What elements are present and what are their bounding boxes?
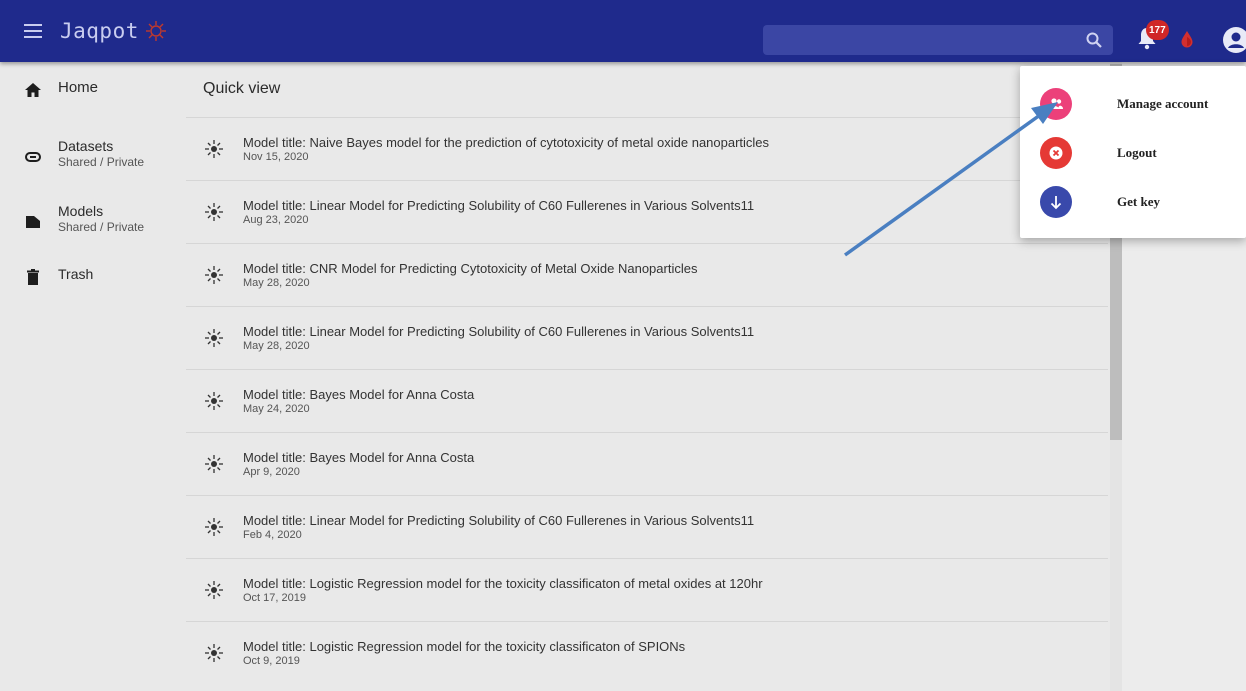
model-date: May 28, 2020 <box>243 339 310 352</box>
sidebar-item-label: Trash <box>58 266 94 282</box>
people-icon <box>1040 88 1072 120</box>
model-row[interactable]: Model title: Linear Model for Predicting… <box>186 306 1108 369</box>
model-icon <box>205 455 223 473</box>
arrow-down-icon <box>1040 186 1072 218</box>
model-icon <box>205 329 223 347</box>
paperclip-icon <box>25 152 41 162</box>
logo-icon <box>145 21 166 41</box>
model-row[interactable]: Model title: Bayes Model for Anna Costa M… <box>186 369 1108 432</box>
logout-item[interactable]: Logout <box>1040 137 1157 169</box>
drop-icon[interactable] <box>1180 30 1194 48</box>
account-menu: Manage account Logout Get key <box>1020 66 1246 238</box>
model-date: May 24, 2020 <box>243 402 310 415</box>
model-title: Model title: Linear Model for Predicting… <box>243 512 755 528</box>
manage-account-item[interactable]: Manage account <box>1040 88 1208 120</box>
sidebar-item-models[interactable]: Models Shared / Private <box>0 203 144 234</box>
model-row[interactable]: Model title: Bayes Model for Anna Costa A… <box>186 432 1108 495</box>
model-date: May 28, 2020 <box>243 276 310 289</box>
model-date: Nov 15, 2020 <box>243 150 309 163</box>
model-row[interactable]: Model title: CNR Model for Predicting Cy… <box>186 243 1108 306</box>
sidebar-item-sublabel: Shared / Private <box>58 155 145 169</box>
model-row[interactable]: Model title: Logistic Regression model f… <box>186 558 1108 621</box>
close-circle-icon <box>1040 137 1072 169</box>
model-date: Feb 4, 2020 <box>243 528 302 541</box>
model-title: Model title: Linear Model for Predicting… <box>243 323 755 339</box>
model-title: Model title: CNR Model for Predicting Cy… <box>243 260 698 276</box>
model-icon <box>205 140 223 158</box>
hamburger-icon[interactable] <box>24 24 42 38</box>
model-icon <box>205 581 223 599</box>
top-app-bar: Jaqpot 177 <box>0 0 1246 62</box>
model-icon <box>205 266 223 284</box>
search-input[interactable] <box>763 25 1113 55</box>
page-title: Quick view <box>203 80 281 97</box>
sidebar-item-label: Datasets <box>58 138 114 154</box>
brand-title[interactable]: Jaqpot <box>60 19 139 43</box>
sidebar: Home Datasets Shared / Private Models Sh… <box>0 62 186 691</box>
account-icon[interactable] <box>1222 26 1246 54</box>
model-row[interactable]: Model title: Linear Model for Predicting… <box>186 495 1108 558</box>
notification-badge[interactable]: 177 <box>1146 20 1169 40</box>
sidebar-item-label: Home <box>58 79 99 96</box>
model-title: Model title: Naive Bayes model for the p… <box>243 134 770 150</box>
model-date: Oct 17, 2019 <box>243 591 306 604</box>
model-row[interactable]: Model title: Naive Bayes model for the p… <box>186 117 1108 180</box>
model-row[interactable]: Model title: Linear Model for Predicting… <box>186 180 1108 243</box>
folder-icon <box>26 216 40 228</box>
sidebar-item-trash[interactable]: Trash <box>0 266 93 286</box>
sidebar-item-sublabel: Shared / Private <box>58 220 145 234</box>
model-title: Model title: Logistic Regression model f… <box>243 575 763 591</box>
search-icon[interactable] <box>1085 31 1103 49</box>
menu-item-label: Get key <box>1117 194 1160 209</box>
sidebar-item-home[interactable]: Home <box>0 79 98 99</box>
model-date: Aug 23, 2020 <box>243 213 309 226</box>
trash-icon <box>27 269 39 285</box>
model-title: Model title: Bayes Model for Anna Costa <box>243 386 475 402</box>
model-title: Model title: Linear Model for Predicting… <box>243 197 755 213</box>
model-date: Oct 9, 2019 <box>243 654 300 667</box>
model-title: Model title: Bayes Model for Anna Costa <box>243 449 475 465</box>
model-date: Apr 9, 2020 <box>243 465 300 478</box>
get-key-item[interactable]: Get key <box>1040 186 1160 218</box>
menu-item-label: Manage account <box>1117 96 1209 111</box>
model-icon <box>205 644 223 662</box>
sidebar-item-label: Models <box>58 203 104 219</box>
quick-view-panel: Quick view Model title: Naive Bayes mode… <box>186 62 1108 691</box>
model-icon <box>205 392 223 410</box>
sidebar-item-datasets[interactable]: Datasets Shared / Private <box>0 138 144 169</box>
model-icon <box>205 518 223 536</box>
model-title: Model title: Logistic Regression model f… <box>243 638 686 654</box>
home-icon <box>25 83 41 97</box>
model-list: Model title: Naive Bayes model for the p… <box>186 117 1108 684</box>
model-row[interactable]: Model title: Logistic Regression model f… <box>186 621 1108 684</box>
model-icon <box>205 203 223 221</box>
menu-item-label: Logout <box>1117 145 1157 160</box>
